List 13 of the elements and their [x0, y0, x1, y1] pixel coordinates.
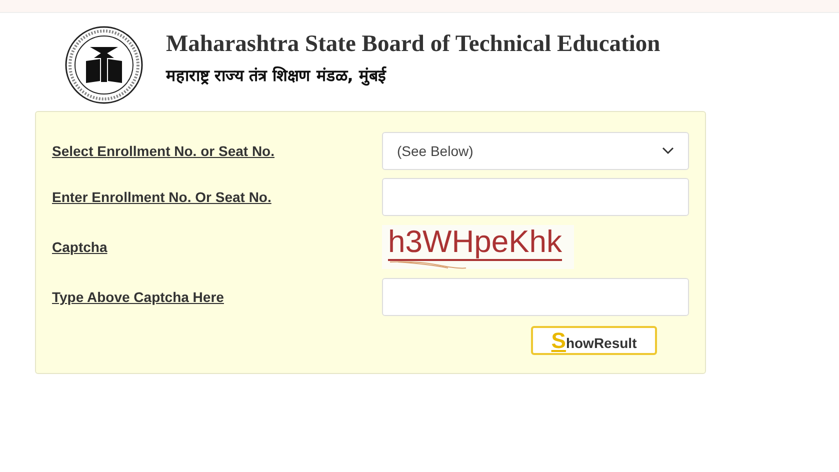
field-label: Enter Enrollment No. Or Seat No. — [52, 189, 272, 205]
enrollment-select[interactable]: (See Below) — [382, 132, 689, 170]
input-field[interactable] — [382, 178, 689, 216]
board-subtitle: महाराष्ट्र राज्य तंत्र शिक्षण मंडळ, मुंबई — [166, 64, 388, 86]
show-result-button[interactable]: ShowResult — [531, 326, 657, 355]
chevron-down-icon — [662, 147, 674, 155]
field-label: Type Above Captcha Here — [52, 289, 224, 305]
field-label: Select Enrollment No. or Seat No. — [52, 143, 274, 159]
input-field[interactable] — [382, 278, 689, 316]
captcha-image: h3WHpeKhk — [382, 225, 574, 269]
field-label: Captcha — [52, 239, 108, 255]
logo-icon — [64, 25, 144, 105]
board-title: Maharashtra State Board of Technical Education — [166, 30, 660, 58]
